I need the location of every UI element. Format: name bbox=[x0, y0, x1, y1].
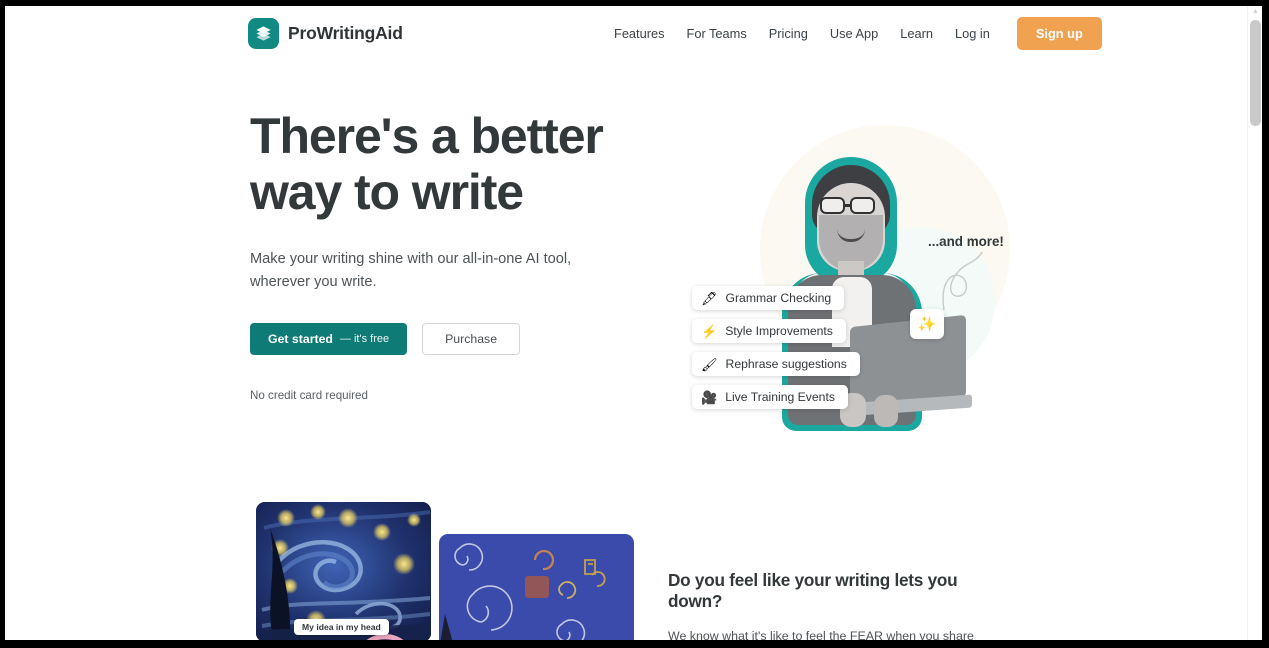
glasses-bridge bbox=[845, 204, 850, 207]
nav-link-learn[interactable]: Learn bbox=[889, 18, 944, 49]
nav-link-features[interactable]: Features bbox=[603, 18, 676, 49]
chip-label: Grammar Checking bbox=[725, 291, 832, 305]
hero-section: There's a better way to write Make your … bbox=[5, 62, 1247, 472]
get-started-label: Get started bbox=[268, 332, 333, 346]
hero-subtitle: Make your writing shine with our all-in-… bbox=[250, 251, 572, 290]
web-page: ProWritingAid Features For Teams Pricing… bbox=[5, 6, 1247, 640]
laptop-screen bbox=[850, 314, 966, 410]
section-two-illustration: My idea in my head bbox=[250, 502, 634, 640]
hero-copy: There's a better way to write Make your … bbox=[250, 108, 650, 402]
sign-up-button[interactable]: Sign up bbox=[1016, 17, 1102, 50]
sparkle-icon: ✨ bbox=[917, 316, 937, 333]
pen-icon: 🖋 bbox=[701, 290, 718, 306]
nav-link-for-teams[interactable]: For Teams bbox=[676, 18, 758, 49]
chip-live-training-events[interactable]: 🎥 Live Training Events bbox=[692, 385, 848, 409]
browser-frame: ProWritingAid Features For Teams Pricing… bbox=[0, 0, 1269, 648]
scrollbar-thumb[interactable] bbox=[1250, 20, 1261, 126]
brand-logo-link[interactable]: ProWritingAid bbox=[248, 18, 403, 49]
chip-label: Live Training Events bbox=[725, 390, 835, 404]
nav-link-log-in[interactable]: Log in bbox=[944, 18, 1001, 49]
prowritingaid-logo-icon bbox=[248, 18, 279, 49]
chip-rephrase-suggestions[interactable]: 🖌 Rephrase suggestions bbox=[692, 352, 860, 376]
and-more-callout: ...and more! bbox=[928, 234, 1004, 249]
doodle-card bbox=[439, 534, 634, 640]
purchase-button[interactable]: Purchase bbox=[422, 323, 521, 355]
no-credit-card-note: No credit card required bbox=[250, 389, 368, 402]
main-navigation: Features For Teams Pricing Use App Learn… bbox=[603, 17, 1102, 50]
browser-viewport: ProWritingAid Features For Teams Pricing… bbox=[5, 6, 1262, 640]
get-started-sublabel: — it's free bbox=[339, 333, 390, 345]
get-started-button[interactable]: Get started — it's free bbox=[250, 323, 408, 355]
nav-link-use-app[interactable]: Use App bbox=[819, 18, 889, 49]
glasses-right-lens bbox=[850, 197, 875, 214]
hero-actions: Get started — it's free Purchase bbox=[250, 323, 650, 355]
section-two-title: Do you feel like your writing lets you d… bbox=[668, 570, 958, 611]
writing-confidence-section: My idea in my head Do you feel like your… bbox=[5, 472, 1247, 640]
glasses-left-lens bbox=[820, 197, 845, 214]
video-camera-icon: 🎥 bbox=[701, 389, 718, 405]
scroll-up-arrow-icon[interactable]: ▲ bbox=[1252, 8, 1259, 15]
section-two-copy: Do you feel like your writing lets you d… bbox=[668, 570, 1013, 640]
nav-link-pricing[interactable]: Pricing bbox=[758, 18, 819, 49]
idea-caption: My idea in my head bbox=[294, 619, 389, 635]
feature-chip-list: 🖋 Grammar Checking ⚡ Style Improvements … bbox=[692, 286, 860, 409]
squiggle-line-icon bbox=[942, 251, 983, 311]
ai-sparkle-badge: ✨ bbox=[910, 309, 944, 339]
chip-style-improvements[interactable]: ⚡ Style Improvements bbox=[692, 319, 846, 343]
vertical-scrollbar[interactable]: ▲ bbox=[1247, 6, 1262, 640]
hero-illustration: 🖋 Grammar Checking ⚡ Style Improvements … bbox=[660, 107, 1030, 442]
site-header: ProWritingAid Features For Teams Pricing… bbox=[5, 6, 1247, 62]
chip-label: Rephrase suggestions bbox=[725, 357, 847, 371]
paintbrush-icon: 🖌 bbox=[701, 356, 718, 372]
right-hand bbox=[874, 395, 898, 427]
hero-title: There's a better way to write bbox=[250, 108, 604, 220]
section-two-body: We know what it's like to feel the FEAR … bbox=[668, 629, 974, 640]
lightning-icon: ⚡ bbox=[701, 323, 718, 339]
brand-name: ProWritingAid bbox=[288, 23, 403, 43]
chip-grammar-checking[interactable]: 🖋 Grammar Checking bbox=[692, 286, 845, 310]
doodle-marks-icon bbox=[440, 543, 606, 640]
chip-label: Style Improvements bbox=[725, 324, 833, 338]
